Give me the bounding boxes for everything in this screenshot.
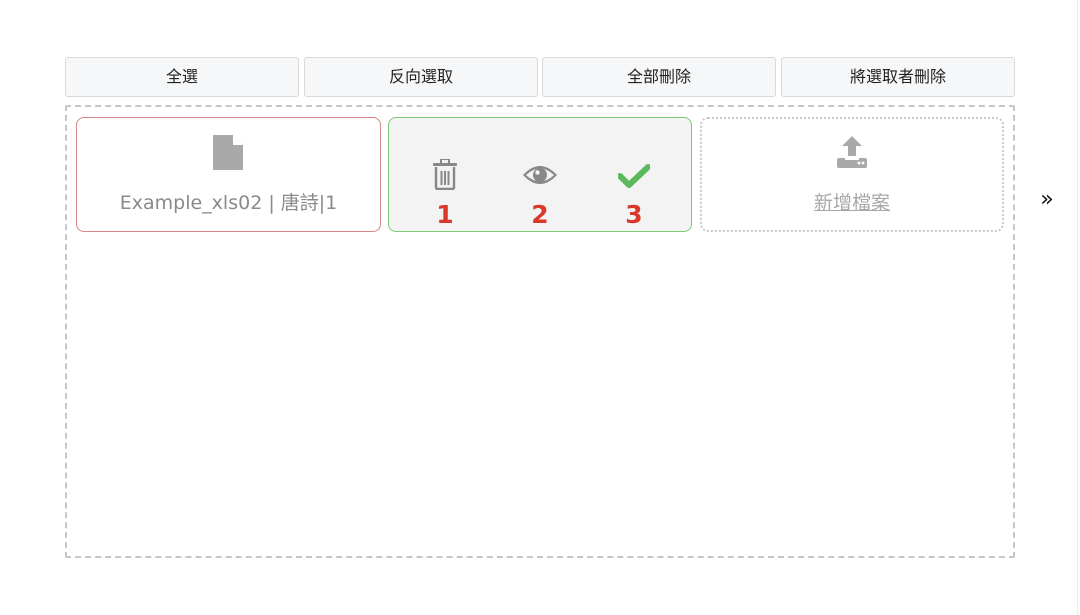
file-icon (212, 135, 244, 171)
check-icon[interactable] (614, 164, 654, 188)
select-all-button[interactable]: 全選 (65, 57, 299, 97)
toolbar: 全選 反向選取 全部刪除 將選取者刪除 (65, 57, 1015, 97)
file-manager-page: 全選 反向選取 全部刪除 將選取者刪除 Example_xls02 | 唐詩|1… (0, 0, 1080, 615)
action-number-3: 3 (625, 200, 643, 229)
upload-icon (834, 135, 870, 169)
action-number-2: 2 (531, 200, 549, 229)
double-chevron-right-icon[interactable]: » (1036, 186, 1058, 214)
eye-icon[interactable] (520, 163, 560, 187)
invert-selection-button[interactable]: 反向選取 (304, 57, 538, 97)
scrollbar-track (1077, 0, 1078, 615)
action-number-1: 1 (436, 200, 454, 229)
delete-selected-button[interactable]: 將選取者刪除 (781, 57, 1015, 97)
delete-all-button[interactable]: 全部刪除 (542, 57, 776, 97)
trash-icon[interactable] (425, 159, 465, 190)
add-file-link[interactable]: 新增檔案 (700, 188, 1004, 215)
file-name: Example_xls02 | 唐詩|1 (119, 192, 338, 214)
